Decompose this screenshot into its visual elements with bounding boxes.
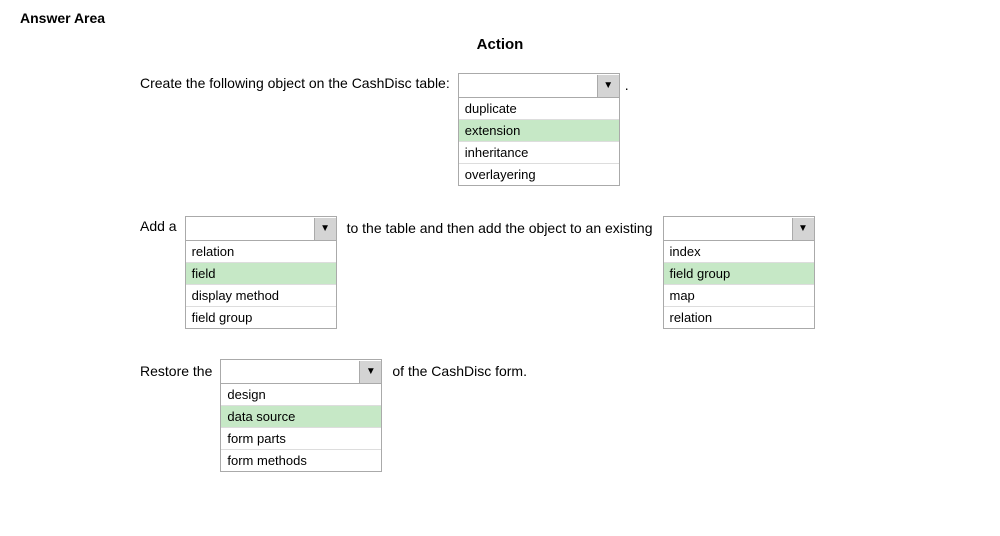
row2-left-item-relation[interactable]: relation (186, 241, 336, 263)
row1-dropdown-header[interactable]: ▼ (459, 74, 619, 98)
row2-right-dropdown-header[interactable]: ▼ (664, 217, 814, 241)
row2-left-dropdown-arrow[interactable]: ▼ (314, 218, 336, 240)
row1-period: . (620, 73, 629, 93)
row2-left-dropdown-box: ▼ relation field display method field gr… (185, 216, 337, 329)
row2-right-dropdown-box: ▼ index field group map relation (663, 216, 815, 329)
row3-dropdown-box: ▼ design data source form parts form met… (220, 359, 382, 472)
row1-item-inheritance[interactable]: inheritance (459, 142, 619, 164)
row1-item-duplicate[interactable]: duplicate (459, 98, 619, 120)
row3-item-form-parts[interactable]: form parts (221, 428, 381, 450)
row2-right-item-index[interactable]: index (664, 241, 814, 263)
row1: Create the following object on the CashD… (140, 73, 980, 186)
row2-right-dropdown-container: ▼ index field group map relation (663, 216, 815, 329)
row2-left-item-display-method[interactable]: display method (186, 285, 336, 307)
row3-dropdown-arrow[interactable]: ▼ (359, 361, 381, 383)
row1-item-extension[interactable]: extension (459, 120, 619, 142)
row1-selected-text (459, 84, 597, 88)
row3-label-before: Restore the (140, 359, 212, 379)
row2-left-selected-text (186, 227, 314, 231)
row2-right-item-map[interactable]: map (664, 285, 814, 307)
row3-label-after: of the CashDisc form. (392, 359, 527, 379)
row3-dropdown-header[interactable]: ▼ (221, 360, 381, 384)
answer-area-title: Answer Area (20, 10, 980, 26)
row3-selected-text (221, 370, 359, 374)
row2-left-dropdown-header[interactable]: ▼ (186, 217, 336, 241)
row2-right-item-relation[interactable]: relation (664, 307, 814, 328)
row3-dropdown-container: ▼ design data source form parts form met… (220, 359, 382, 472)
row3-item-form-methods[interactable]: form methods (221, 450, 381, 471)
row1-dropdown-arrow[interactable]: ▼ (597, 75, 619, 97)
row2-label-before: Add a (140, 216, 177, 234)
row3-item-data-source[interactable]: data source (221, 406, 381, 428)
row2-label-after: to the table and then add the object to … (337, 216, 663, 238)
row1-dropdown-container: ▼ duplicate extension inheritance overla… (458, 73, 620, 186)
row2-right-selected-text (664, 227, 792, 231)
section-title: Action (20, 36, 980, 53)
row2-left-item-field[interactable]: field (186, 263, 336, 285)
row2-right-dropdown-arrow[interactable]: ▼ (792, 218, 814, 240)
row2: Add a ▼ relation field display method fi… (140, 216, 980, 329)
row2-right-item-field-group[interactable]: field group (664, 263, 814, 285)
row1-label: Create the following object on the CashD… (140, 73, 450, 91)
row3-item-design[interactable]: design (221, 384, 381, 406)
row2-left-item-field-group[interactable]: field group (186, 307, 336, 328)
row1-item-overlayering[interactable]: overlayering (459, 164, 619, 185)
row1-dropdown-box: ▼ duplicate extension inheritance overla… (458, 73, 620, 186)
row2-left-dropdown-container: ▼ relation field display method field gr… (185, 216, 337, 329)
row3: Restore the ▼ design data source form pa… (140, 359, 980, 472)
